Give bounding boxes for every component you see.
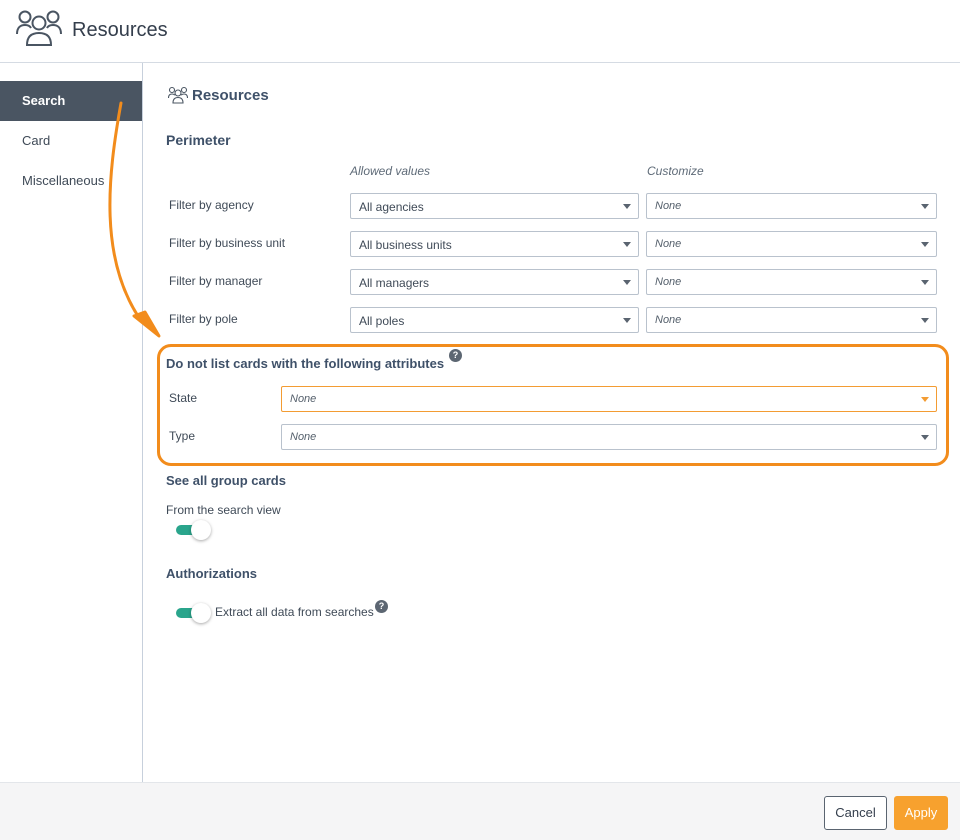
app-header: Resources bbox=[0, 0, 960, 63]
sidebar-item-search[interactable]: Search bbox=[0, 81, 142, 121]
select-value: All managers bbox=[359, 276, 430, 290]
filter-manager-allowed-select[interactable]: All managers bbox=[350, 269, 639, 295]
caret-down-icon bbox=[921, 318, 929, 323]
caret-down-icon bbox=[921, 397, 929, 402]
caret-down-icon bbox=[623, 242, 631, 247]
select-value: None bbox=[655, 314, 682, 326]
filter-agency-label: Filter by agency bbox=[169, 198, 254, 212]
caret-down-icon bbox=[623, 204, 631, 209]
panel-title-text: Resources bbox=[192, 86, 269, 104]
sidebar: Search Card Miscellaneous bbox=[0, 63, 143, 782]
select-value: None bbox=[655, 200, 682, 212]
filter-agency-allowed-select[interactable]: All agencies bbox=[350, 193, 639, 219]
select-value: None bbox=[655, 238, 682, 250]
perimeter-title: Perimeter bbox=[166, 132, 231, 148]
filter-agency-customize-select[interactable]: None bbox=[646, 193, 937, 219]
type-label: Type bbox=[169, 429, 196, 443]
apply-button[interactable]: Apply bbox=[894, 796, 948, 830]
select-value: None bbox=[655, 276, 682, 288]
from-search-label: From the search view bbox=[166, 503, 281, 517]
from-search-toggle[interactable] bbox=[176, 520, 212, 540]
authorizations-title: Authorizations bbox=[166, 566, 257, 581]
customize-header: Customize bbox=[647, 164, 704, 178]
users-icon bbox=[168, 86, 188, 104]
filter-business-unit-label: Filter by business unit bbox=[169, 236, 286, 250]
users-icon bbox=[16, 10, 62, 46]
caret-down-icon bbox=[921, 204, 929, 209]
caret-down-icon bbox=[921, 435, 929, 440]
select-value: All business units bbox=[359, 238, 452, 252]
select-value: None bbox=[290, 393, 317, 405]
filter-pole-label: Filter by pole bbox=[169, 312, 238, 326]
filter-manager-customize-select[interactable]: None bbox=[646, 269, 937, 295]
state-select[interactable]: None bbox=[281, 386, 937, 412]
state-label: State bbox=[169, 391, 198, 405]
filter-business-unit-customize-select[interactable]: None bbox=[646, 231, 937, 257]
caret-down-icon bbox=[623, 280, 631, 285]
toggle-knob bbox=[191, 603, 211, 623]
filter-pole-allowed-select[interactable]: All poles bbox=[350, 307, 639, 333]
filter-manager-label: Filter by manager bbox=[169, 274, 263, 288]
sidebar-item-miscellaneous[interactable]: Miscellaneous bbox=[0, 161, 142, 201]
filter-pole-customize-select[interactable]: None bbox=[646, 307, 937, 333]
page-title: Resources bbox=[72, 19, 168, 41]
cancel-button[interactable]: Cancel bbox=[824, 796, 887, 830]
allowed-values-header: Allowed values bbox=[350, 164, 431, 178]
caret-down-icon bbox=[921, 242, 929, 247]
main-panel: Resources Perimeter Allowed values Custo… bbox=[144, 63, 960, 782]
filter-business-unit-allowed-select[interactable]: All business units bbox=[350, 231, 639, 257]
footer: Cancel Apply bbox=[0, 782, 960, 840]
help-icon[interactable]: ? bbox=[375, 600, 388, 613]
caret-down-icon bbox=[623, 318, 631, 323]
extract-data-toggle[interactable] bbox=[176, 603, 212, 623]
caret-down-icon bbox=[921, 280, 929, 285]
sidebar-item-card[interactable]: Card bbox=[0, 121, 142, 161]
select-value: None bbox=[290, 431, 317, 443]
toggle-knob bbox=[191, 520, 211, 540]
group-cards-title: See all group cards bbox=[166, 473, 286, 488]
exclude-attributes-title: Do not list cards with the following att… bbox=[166, 356, 445, 371]
help-icon[interactable]: ? bbox=[449, 349, 462, 362]
extract-data-label: Extract all data from searches bbox=[215, 605, 374, 619]
select-value: All poles bbox=[359, 314, 405, 328]
select-value: All agencies bbox=[359, 200, 424, 214]
type-select[interactable]: None bbox=[281, 424, 937, 450]
panel-title: Resources bbox=[168, 86, 269, 104]
